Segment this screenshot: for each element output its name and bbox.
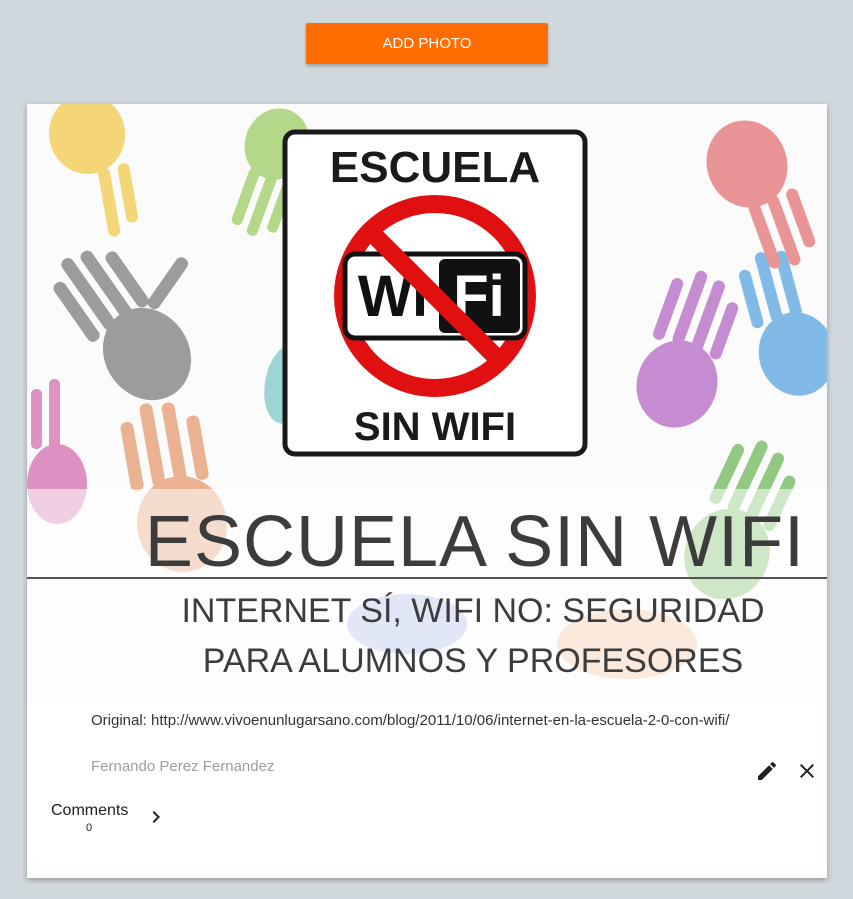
photo-subline-1: INTERNET SÍ, WIFI NO: SEGURIDAD bbox=[181, 592, 764, 630]
sign-bottom-text: SIN WIFI bbox=[354, 405, 516, 449]
photo-author: Fernando Perez Fernandez bbox=[91, 758, 275, 775]
sign-top-text: ESCUELA bbox=[330, 143, 540, 192]
chevron-right-icon[interactable] bbox=[144, 804, 168, 830]
add-photo-button[interactable]: ADD PHOTO bbox=[306, 23, 548, 64]
photo-image[interactable]: ESCUELA Wi Fi SIN WIFI ESCUELA SIN WIFI … bbox=[27, 104, 827, 704]
photo-subline-2: PARA ALUMNOS Y PROFESORES bbox=[203, 642, 743, 680]
close-icon[interactable] bbox=[795, 759, 819, 783]
no-wifi-sign: ESCUELA Wi Fi SIN WIFI bbox=[282, 129, 588, 457]
pencil-icon[interactable] bbox=[755, 759, 779, 783]
photo-headline: ESCUELA SIN WIFI bbox=[145, 502, 805, 582]
school-no-wifi-image: ESCUELA Wi Fi SIN WIFI ESCUELA SIN WIFI … bbox=[27, 104, 827, 704]
photo-caption: Original: http://www.vivoenunlugarsano.c… bbox=[91, 712, 730, 729]
comments-toggle[interactable]: Comments 0 bbox=[51, 802, 128, 834]
comments-count: 0 bbox=[85, 822, 93, 834]
comments-label: Comments bbox=[51, 802, 129, 819]
photo-card: ESCUELA Wi Fi SIN WIFI ESCUELA SIN WIFI … bbox=[27, 104, 827, 878]
